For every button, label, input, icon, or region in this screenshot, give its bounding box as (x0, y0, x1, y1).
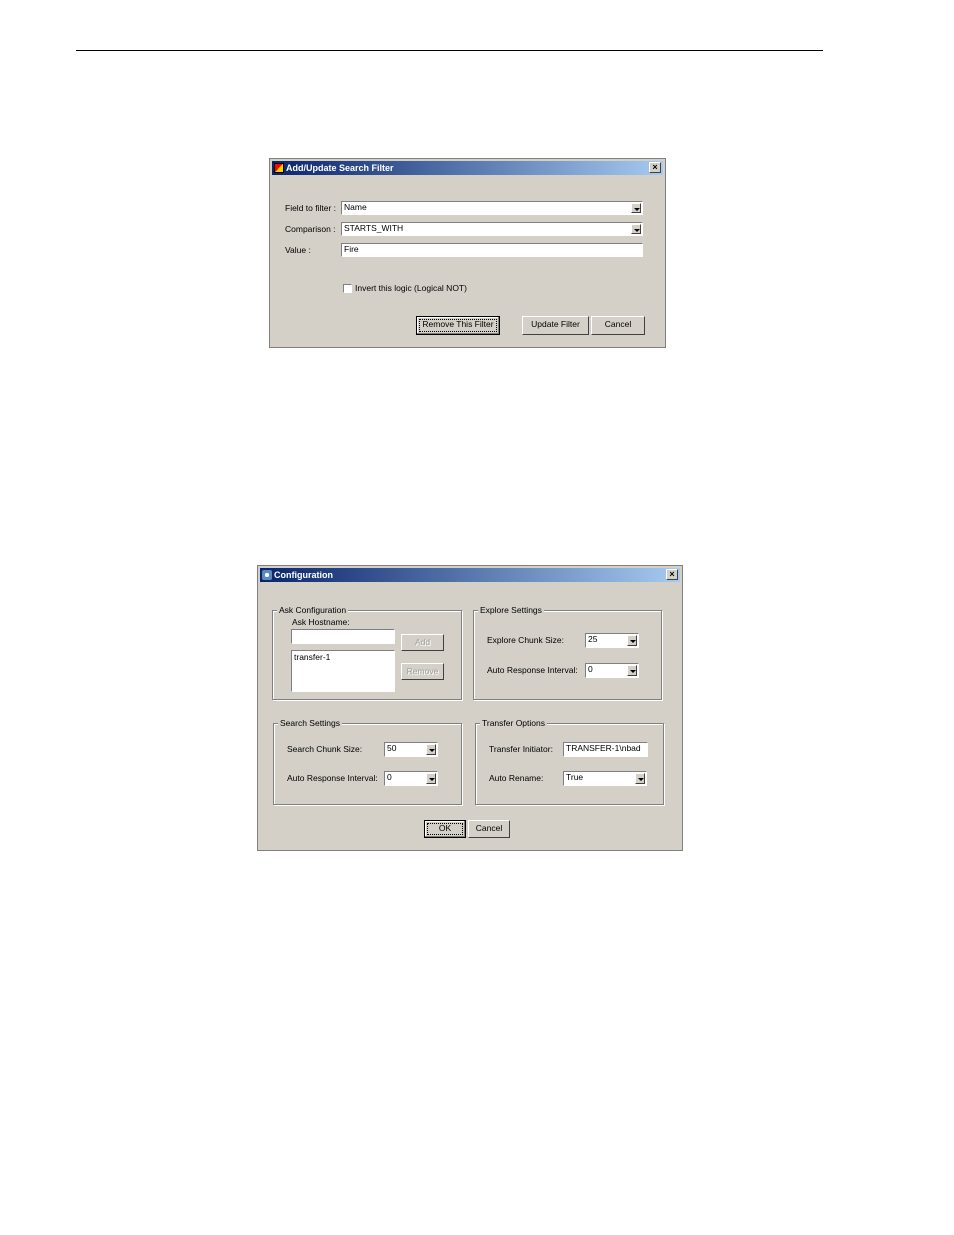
ok-button[interactable]: OK (424, 820, 466, 838)
transfer-initiator-label: Transfer Initiator: (489, 744, 553, 754)
chevron-down-icon[interactable] (635, 773, 645, 784)
search-interval-value: 0 (387, 772, 392, 782)
config-icon (262, 570, 272, 580)
close-icon[interactable]: × (649, 162, 661, 173)
remove-host-button[interactable]: Remove (401, 663, 444, 680)
configuration-dialog-title: Configuration (274, 570, 333, 580)
ask-hosts-list[interactable]: transfer-1 (291, 650, 395, 692)
explore-chunk-label: Explore Chunk Size: (487, 635, 565, 645)
ask-hostname-label: Ask Hostname: (292, 617, 350, 627)
search-settings-group: Search Settings Search Chunk Size: 50 Au… (273, 718, 462, 805)
explore-interval-label: Auto Response Interval: (487, 665, 578, 675)
search-chunk-select[interactable]: 50 (384, 742, 438, 757)
explore-interval-select[interactable]: 0 (585, 663, 639, 678)
comparison-select[interactable]: STARTS_WITH (341, 222, 643, 236)
configuration-dialog: Configuration × Ask Configuration Ask Ho… (257, 565, 683, 851)
invert-logic-label[interactable]: Invert this logic (Logical NOT) (355, 283, 467, 294)
explore-interval-value: 0 (588, 664, 593, 674)
configuration-dialog-titlebar[interactable]: Configuration × (260, 568, 680, 582)
page-header-rule (76, 50, 823, 51)
field-to-filter-value: Name (344, 202, 367, 212)
chevron-down-icon[interactable] (426, 744, 436, 755)
filter-dialog-titlebar[interactable]: Add/Update Search Filter × (272, 161, 663, 175)
comparison-label: Comparison : (285, 224, 336, 234)
explore-settings-group: Explore Settings Explore Chunk Size: 25 … (473, 605, 662, 700)
search-settings-title: Search Settings (278, 718, 343, 729)
search-chunk-value: 50 (387, 743, 397, 753)
cancel-button[interactable]: Cancel (468, 820, 510, 838)
chevron-down-icon[interactable] (426, 773, 436, 784)
chevron-down-icon[interactable] (627, 635, 637, 646)
add-host-button[interactable]: Add (401, 634, 444, 651)
invert-logic-checkbox[interactable] (343, 284, 352, 293)
ask-configuration-title: Ask Configuration (277, 605, 349, 616)
chevron-down-icon[interactable] (631, 224, 641, 234)
filter-dialog: Add/Update Search Filter × Field to filt… (269, 158, 666, 348)
list-item[interactable]: transfer-1 (294, 652, 392, 663)
chevron-down-icon[interactable] (627, 665, 637, 676)
close-icon[interactable]: × (666, 569, 678, 580)
ask-hostname-input[interactable] (291, 629, 395, 644)
search-chunk-label: Search Chunk Size: (287, 744, 363, 754)
search-interval-label: Auto Response Interval: (287, 773, 378, 783)
value-label: Value : (285, 245, 311, 255)
explore-chunk-value: 25 (588, 634, 598, 644)
ask-configuration-group: Ask Configuration Ask Hostname: transfer… (272, 605, 462, 700)
transfer-options-title: Transfer Options (480, 718, 547, 729)
update-filter-button[interactable]: Update Filter (522, 316, 589, 335)
explore-chunk-select[interactable]: 25 (585, 633, 639, 648)
value-input[interactable]: Fire (341, 243, 643, 257)
app-icon (274, 163, 284, 173)
chevron-down-icon[interactable] (631, 203, 641, 213)
filter-dialog-title: Add/Update Search Filter (286, 163, 394, 173)
auto-rename-label: Auto Rename: (489, 773, 544, 783)
remove-filter-button[interactable]: Remove This Filter (416, 316, 500, 335)
transfer-initiator-input[interactable]: TRANSFER-1\nbad (563, 742, 648, 757)
comparison-value: STARTS_WITH (344, 223, 404, 233)
cancel-button[interactable]: Cancel (591, 316, 645, 335)
explore-settings-title: Explore Settings (478, 605, 544, 616)
transfer-initiator-value: TRANSFER-1\nbad (566, 743, 641, 753)
value-input-text: Fire (344, 244, 359, 254)
field-to-filter-label: Field to filter : (285, 203, 337, 213)
auto-rename-select[interactable]: True (563, 771, 647, 786)
auto-rename-value: True (566, 772, 584, 782)
transfer-options-group: Transfer Options Transfer Initiator: TRA… (475, 718, 664, 805)
search-interval-select[interactable]: 0 (384, 771, 438, 786)
field-to-filter-select[interactable]: Name (341, 201, 643, 215)
